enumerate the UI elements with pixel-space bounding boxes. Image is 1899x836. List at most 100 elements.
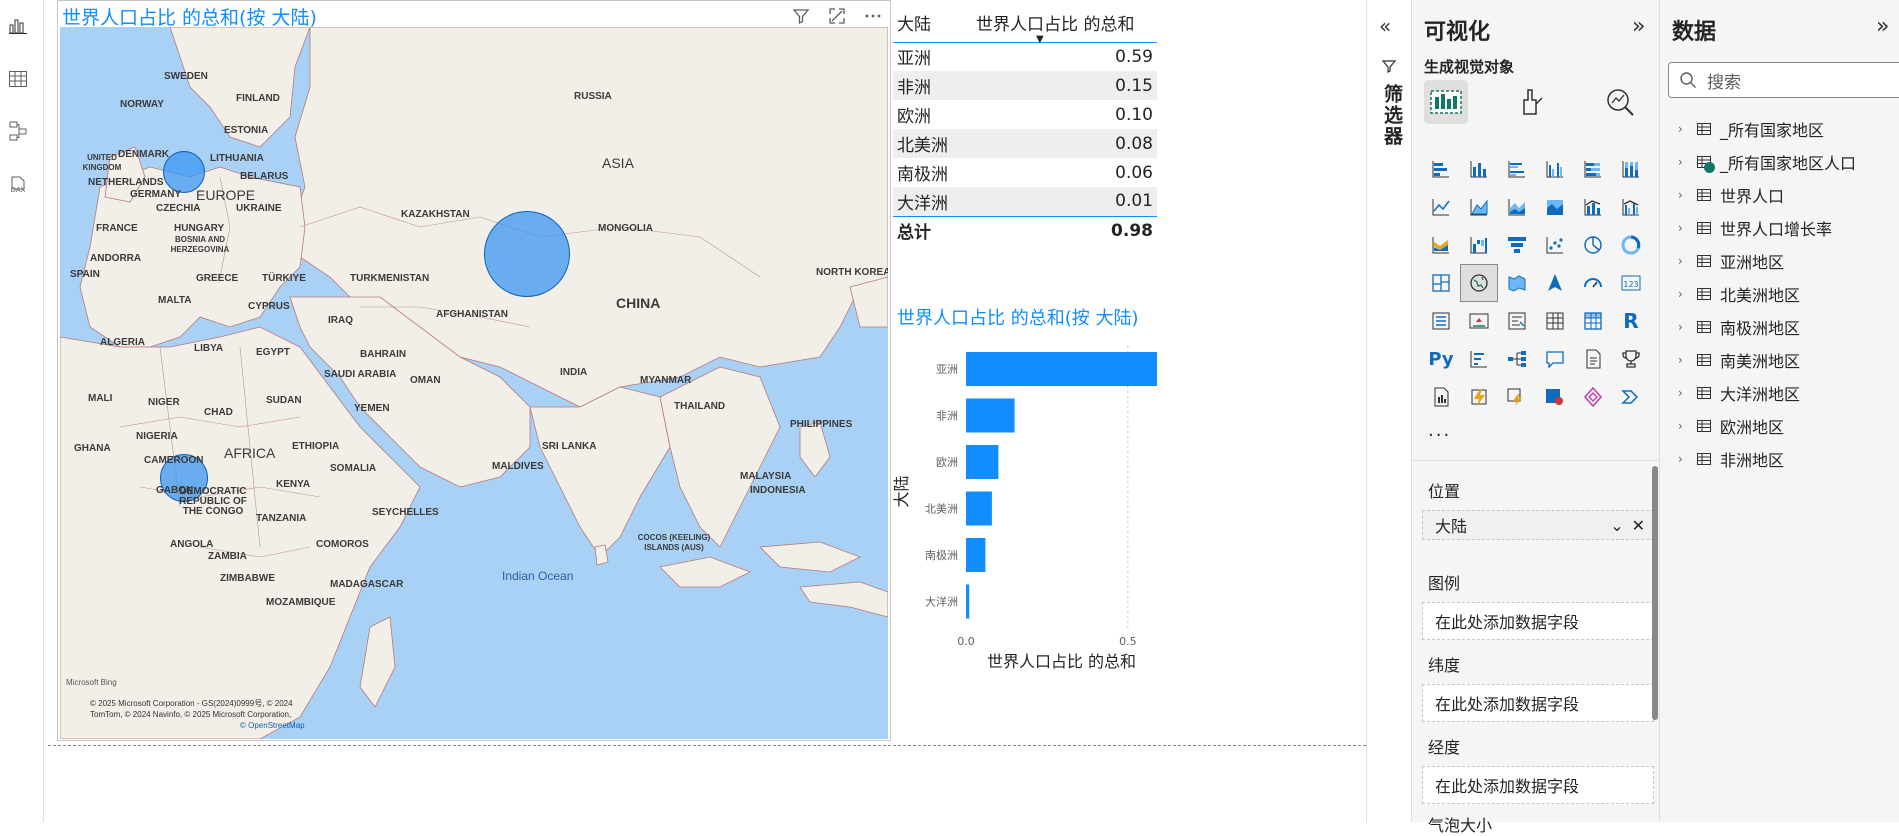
power-automate-flow-icon[interactable] [1536, 378, 1574, 416]
ribbon-chart-icon[interactable] [1422, 226, 1460, 264]
power-automate-arrows-icon[interactable] [1612, 378, 1650, 416]
table-row[interactable]: 非洲 0.15 [893, 71, 1157, 100]
smart-narrative-icon[interactable] [1574, 340, 1612, 378]
table-view-icon[interactable] [5, 66, 31, 92]
pie-chart-icon[interactable] [1574, 226, 1612, 264]
qna-icon[interactable] [1536, 340, 1574, 378]
map-title: 世界人口占比 的总和(按 大陆) [62, 7, 317, 29]
expand-filter-icon[interactable]: « [1379, 14, 1391, 38]
longitude-drop-zone[interactable]: 在此处添加数据字段 [1422, 766, 1654, 804]
remove-field-icon[interactable]: ✕ [1632, 516, 1645, 535]
table-item[interactable]: › 南美洲地区 [1678, 343, 1856, 376]
power-apps-icon[interactable] [1460, 378, 1498, 416]
bar[interactable] [966, 445, 999, 479]
table-row[interactable]: 欧洲 0.10 [893, 100, 1157, 129]
stacked-column-chart-icon[interactable] [1460, 150, 1498, 188]
table-item[interactable]: › 欧洲地区 [1678, 409, 1856, 442]
map-visual-icon[interactable] [1460, 264, 1498, 302]
osm-link[interactable]: © OpenStreetMap [90, 720, 305, 731]
bar[interactable] [966, 538, 986, 572]
bar[interactable] [966, 584, 970, 619]
table-row[interactable]: 亚洲 0.59 [893, 42, 1157, 71]
table-visual-icon[interactable] [1536, 302, 1574, 340]
gauge-icon[interactable] [1574, 264, 1612, 302]
chevron-down-icon[interactable]: ⌄ [1610, 516, 1623, 535]
model-view-icon[interactable] [5, 118, 31, 144]
clustered-column-chart-icon[interactable] [1536, 150, 1574, 188]
cell-value: 0.15 [958, 71, 1157, 100]
table-item[interactable]: › 非洲地区 [1678, 442, 1856, 475]
latitude-drop-zone[interactable]: 在此处添加数据字段 [1422, 684, 1654, 722]
100-stacked-column-chart-icon[interactable] [1612, 150, 1650, 188]
multi-row-card-icon[interactable] [1422, 302, 1460, 340]
analytics-icon[interactable] [1604, 86, 1636, 122]
more-options-icon[interactable] [862, 5, 884, 27]
table-row[interactable]: 大洋洲 0.01 [893, 187, 1157, 216]
column-header-continent[interactable]: 大陆 [893, 4, 959, 43]
100-stacked-area-chart-icon[interactable] [1536, 188, 1574, 226]
donut-chart-icon[interactable] [1612, 226, 1650, 264]
column-header-population-share[interactable]: 世界人口占比 的总和 ▼ [958, 4, 1157, 45]
table-visual[interactable]: 大陆 世界人口占比 的总和 ▼ 亚洲 0.59 非洲 0.15 欧洲 0.10 北美洲 0… [893, 4, 1159, 254]
card-icon[interactable]: 123 [1612, 264, 1650, 302]
map-visual[interactable]: 世界人口占比 的总和(按 大陆) SWEDEN FINLAND NORWAY R… [57, 0, 891, 741]
line-and-stacked-column-chart-icon[interactable] [1574, 188, 1612, 226]
scatter-chart-icon[interactable] [1536, 226, 1574, 264]
metrics-icon[interactable] [1574, 378, 1612, 416]
filter-pane[interactable]: « 筛选器 [1366, 0, 1412, 822]
table-item[interactable]: › _所有国家地区 [1678, 112, 1856, 145]
kpi-icon[interactable] [1460, 302, 1498, 340]
legend-drop-zone[interactable]: 在此处添加数据字段 [1422, 602, 1654, 640]
paginated-report-icon[interactable] [1422, 378, 1460, 416]
slicer-icon[interactable] [1498, 302, 1536, 340]
category-tick-label: 南极洲 [925, 548, 958, 562]
table-item[interactable]: › _所有国家地区人口 [1678, 145, 1856, 178]
stacked-bar-chart-icon[interactable] [1422, 150, 1460, 188]
bar[interactable] [966, 491, 992, 526]
filled-map-icon[interactable] [1498, 264, 1536, 302]
line-and-clustered-column-chart-icon[interactable] [1612, 188, 1650, 226]
table-item[interactable]: › 大洋洲地区 [1678, 376, 1856, 409]
bar-chart-visual[interactable]: 世界人口占比 的总和(按 大陆) 亚洲 非洲 欧洲 北美洲 南极洲 大洋洲 0.0 0.5 世界… [893, 300, 1159, 690]
collapse-data-pane-icon[interactable]: » [1876, 14, 1889, 39]
power-automate-icon[interactable] [1498, 378, 1536, 416]
waterfall-chart-icon[interactable] [1460, 226, 1498, 264]
filter-icon[interactable] [790, 5, 812, 27]
map-label: GHANA [74, 443, 111, 454]
map-canvas[interactable]: SWEDEN FINLAND NORWAY RUSSIA ESTONIA DEN… [60, 27, 888, 739]
clustered-bar-chart-icon[interactable] [1498, 150, 1536, 188]
table-row[interactable]: 南极洲 0.06 [893, 158, 1157, 187]
azure-map-icon[interactable] [1536, 264, 1574, 302]
treemap-icon[interactable] [1422, 264, 1460, 302]
matrix-icon[interactable] [1574, 302, 1612, 340]
format-visual-icon[interactable] [1516, 86, 1548, 122]
table-item[interactable]: › 北美洲地区 [1678, 277, 1856, 310]
area-chart-icon[interactable] [1460, 188, 1498, 226]
key-influencers-icon[interactable] [1460, 340, 1498, 378]
table-item[interactable]: › 亚洲地区 [1678, 244, 1856, 277]
viz-pane-scrollbar[interactable] [1652, 466, 1658, 720]
report-view-icon[interactable] [5, 12, 31, 38]
python-visual-icon[interactable]: Py [1422, 340, 1460, 378]
table-item[interactable]: › 南极洲地区 [1678, 310, 1856, 343]
line-chart-icon[interactable] [1422, 188, 1460, 226]
100-stacked-bar-chart-icon[interactable] [1574, 150, 1612, 188]
more-visuals-button[interactable]: ... [1428, 420, 1451, 441]
goals-icon[interactable] [1612, 340, 1650, 378]
funnel-chart-icon[interactable] [1498, 226, 1536, 264]
r-script-visual-icon[interactable]: R [1612, 302, 1650, 340]
table-item[interactable]: › 世界人口增长率 [1678, 211, 1856, 244]
decomposition-tree-icon[interactable] [1498, 340, 1536, 378]
focus-mode-icon[interactable] [826, 5, 848, 27]
collapse-pane-icon[interactable]: » [1632, 14, 1645, 39]
data-search-input[interactable]: 搜索 [1668, 62, 1899, 98]
dax-query-icon[interactable]: DAX [5, 172, 31, 198]
location-field-pill[interactable]: 大陆 ⌄ ✕ [1422, 510, 1654, 540]
table-item[interactable]: › 世界人口 [1678, 178, 1856, 211]
stacked-area-chart-icon[interactable] [1498, 188, 1536, 226]
bar[interactable] [966, 352, 1157, 386]
bubble-asia[interactable] [484, 211, 570, 297]
build-visual-tab[interactable] [1424, 80, 1468, 124]
bar[interactable] [966, 398, 1015, 433]
table-row[interactable]: 北美洲 0.08 [893, 129, 1157, 158]
